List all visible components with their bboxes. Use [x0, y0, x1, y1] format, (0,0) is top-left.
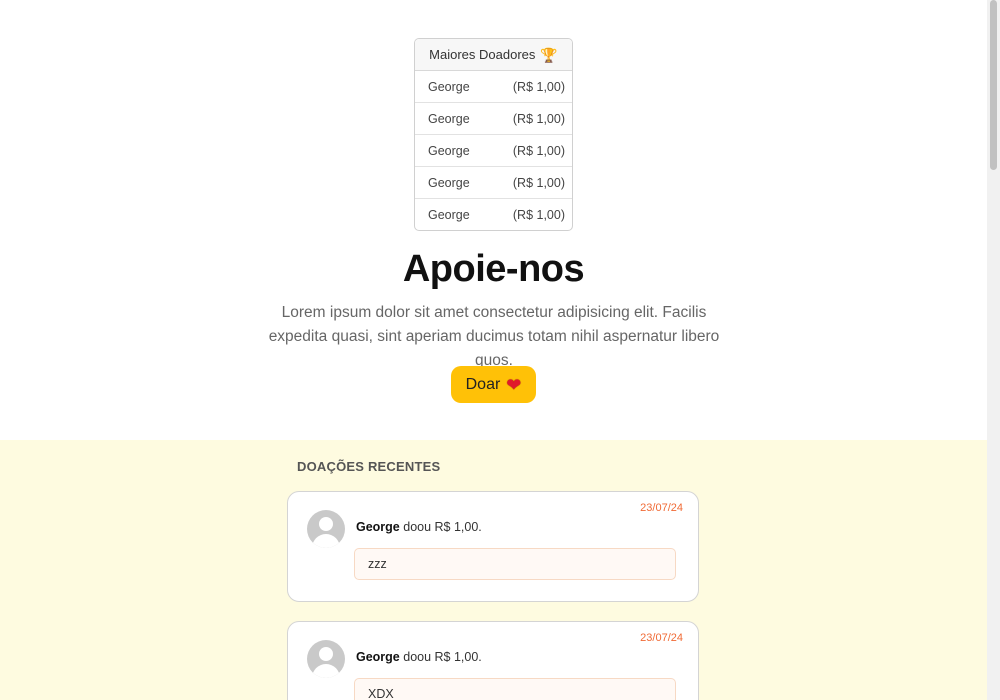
donor-name: George	[428, 175, 470, 190]
recent-donations-title: DOAÇÕES RECENTES	[297, 459, 441, 474]
donor-row: George (R$ 1,00)	[415, 199, 572, 230]
donation-action: doou R$ 1,00.	[399, 520, 482, 534]
avatar-icon	[307, 510, 345, 548]
scrollbar-thumb[interactable]	[990, 0, 997, 170]
heart-icon: ❤	[506, 374, 522, 395]
donation-date: 23/07/24	[640, 632, 683, 644]
donor-name: George	[428, 111, 470, 126]
donor-row: George (R$ 1,00)	[415, 103, 572, 135]
donor-name: George	[428, 79, 470, 94]
donor-amount: (R$ 1,00)	[512, 175, 565, 190]
top-donors-title: Maiores Doadores	[429, 47, 536, 62]
donation-summary: George doou R$ 1,00.	[356, 650, 482, 664]
page-title: Apoie-nos	[402, 248, 585, 290]
donation-message: zzz	[354, 548, 676, 580]
donor-amount: (R$ 1,00)	[512, 207, 565, 222]
recent-donations-section: DOAÇÕES RECENTES 23/07/24 George doou R$…	[0, 440, 987, 700]
donation-card: 23/07/24 George doou R$ 1,00. XDX	[287, 621, 699, 700]
donor-amount: (R$ 1,00)	[512, 79, 565, 94]
donation-card: 23/07/24 George doou R$ 1,00. zzz	[287, 491, 699, 602]
vertical-scrollbar[interactable]	[987, 0, 1000, 700]
donation-summary: George doou R$ 1,00.	[356, 520, 482, 534]
donor-name: George	[428, 143, 470, 158]
donor-row: George (R$ 1,00)	[415, 71, 572, 103]
top-donors-header: Maiores Doadores 🏆	[415, 39, 572, 71]
donation-action: doou R$ 1,00.	[399, 650, 482, 664]
donate-button[interactable]: Doar ❤	[451, 366, 536, 403]
donor-amount: (R$ 1,00)	[512, 111, 565, 126]
hero-description: Lorem ipsum dolor sit amet consectetur a…	[268, 304, 720, 369]
donor-amount: (R$ 1,00)	[512, 143, 565, 158]
donor-name: George	[428, 207, 470, 222]
donor-name: George	[356, 520, 400, 534]
trophy-icon: 🏆	[540, 46, 558, 63]
donation-message: XDX	[354, 678, 676, 700]
top-donors-table: Maiores Doadores 🏆 George (R$ 1,00) Geor…	[414, 38, 573, 231]
donation-date: 23/07/24	[640, 502, 683, 514]
avatar-icon	[307, 640, 345, 678]
donor-name: George	[356, 650, 400, 664]
donor-row: George (R$ 1,00)	[415, 135, 572, 167]
donate-button-label: Doar	[465, 375, 501, 393]
donor-row: George (R$ 1,00)	[415, 167, 572, 199]
page: Maiores Doadores 🏆 George (R$ 1,00) Geor…	[0, 0, 987, 700]
